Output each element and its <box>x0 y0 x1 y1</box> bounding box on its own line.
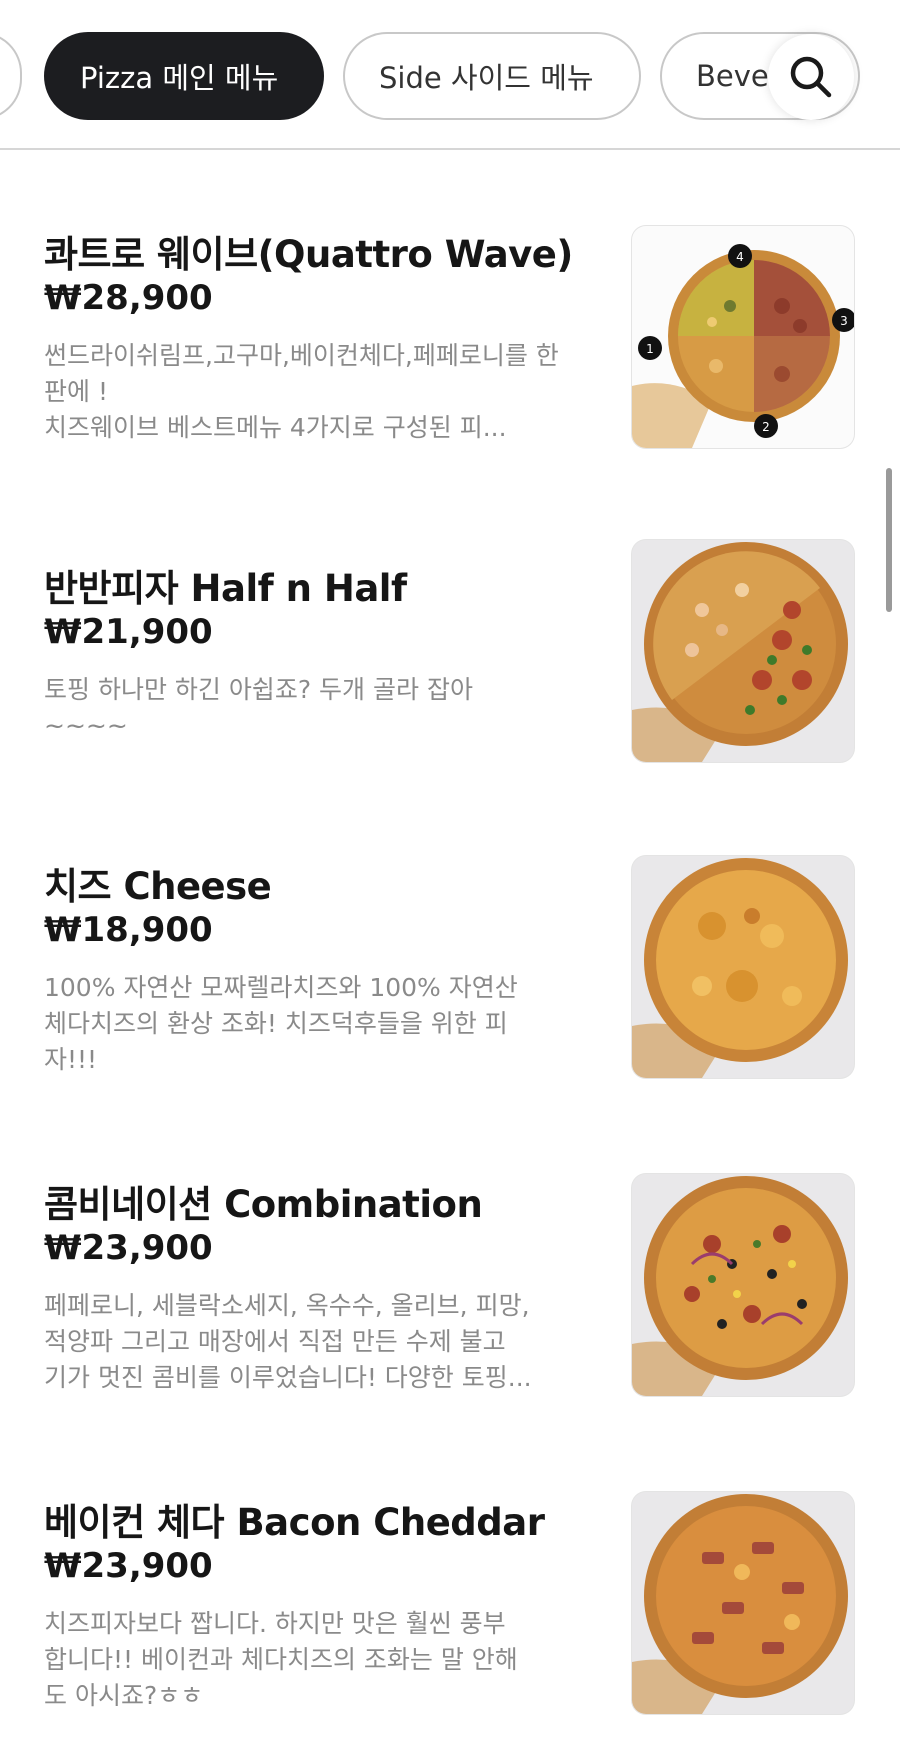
menu-item-bacon-cheddar[interactable]: 베이컨 체다 Bacon Cheddar ₩23,900 치즈피자보다 짭니다.… <box>0 1492 900 1752</box>
item-price: ₩28,900 <box>44 278 213 318</box>
category-tab-bar: Pizza 메인 메뉴 Side 사이드 메뉴 Beve <box>0 0 900 150</box>
item-price: ₩21,900 <box>44 612 213 652</box>
item-description: 토핑 하나만 하긴 아쉽죠? 두개 골라 잡아 ~~~~ <box>44 675 473 740</box>
bacon-cheddar-pizza-image <box>632 1492 854 1714</box>
item-name: 콤비네이션 Combination <box>44 1183 483 1226</box>
tab-side[interactable]: Side 사이드 메뉴 <box>343 32 641 120</box>
half-half-pizza-image <box>632 540 854 762</box>
tab-pizza-label: Pizza 메인 메뉴 <box>80 61 279 95</box>
menu-item-quattro-wave[interactable]: 콰트로 웨이브(Quattro Wave) ₩28,900 썬드라이쉬림프,고구… <box>0 224 900 484</box>
tab-beverage-label: Beve <box>696 59 769 93</box>
item-description: 썬드라이쉬림프,고구마,베이컨체다,페페로니를 한 판에 ! 치즈웨이브 베스트메… <box>44 341 559 442</box>
menu-item-half-n-half[interactable]: 반반피자 Half n Half ₩21,900 토핑 하나만 하긴 아쉽죠? … <box>0 540 900 818</box>
item-description: 페페로니, 세블락소세지, 옥수수, 올리브, 피망, 적양파 그리고 매장에서 … <box>44 1291 532 1392</box>
combination-pizza-image <box>632 1174 854 1396</box>
item-name: 콰트로 웨이브(Quattro Wave) <box>44 233 573 276</box>
item-name: 반반피자 Half n Half <box>44 567 407 610</box>
menu-item-cheese[interactable]: 치즈 Cheese ₩18,900 100% 자연산 모짜렐라치즈와 100% … <box>0 856 900 1116</box>
item-description: 100% 자연산 모짜렐라치즈와 100% 자연산 체다치즈의 환상 조화! 치즈… <box>44 973 518 1074</box>
quattro-pizza-image: 4 3 1 2 <box>632 226 854 448</box>
tab-previous-category[interactable] <box>0 32 22 120</box>
search-icon <box>790 56 832 98</box>
item-price: ₩18,900 <box>44 910 213 950</box>
item-name: 베이컨 체다 Bacon Cheddar <box>44 1501 545 1544</box>
tab-side-label: Side 사이드 메뉴 <box>379 61 594 95</box>
svg-text:2: 2 <box>762 420 770 434</box>
search-button[interactable] <box>768 34 854 120</box>
item-price: ₩23,900 <box>44 1546 213 1586</box>
svg-text:1: 1 <box>646 342 654 356</box>
cheese-pizza-image <box>632 856 854 1078</box>
item-description: 치즈피자보다 짭니다. 하지만 맛은 훨씬 풍부 합니다!! 베이컨과 체다치즈의… <box>44 1609 518 1710</box>
svg-text:3: 3 <box>840 314 848 328</box>
menu-item-combination[interactable]: 콤비네이션 Combination ₩23,900 페페로니, 세블락소세지, … <box>0 1174 900 1434</box>
item-price: ₩23,900 <box>44 1228 213 1268</box>
svg-text:4: 4 <box>736 250 744 264</box>
tab-pizza[interactable]: Pizza 메인 메뉴 <box>44 32 324 120</box>
item-name: 치즈 Cheese <box>44 865 272 908</box>
